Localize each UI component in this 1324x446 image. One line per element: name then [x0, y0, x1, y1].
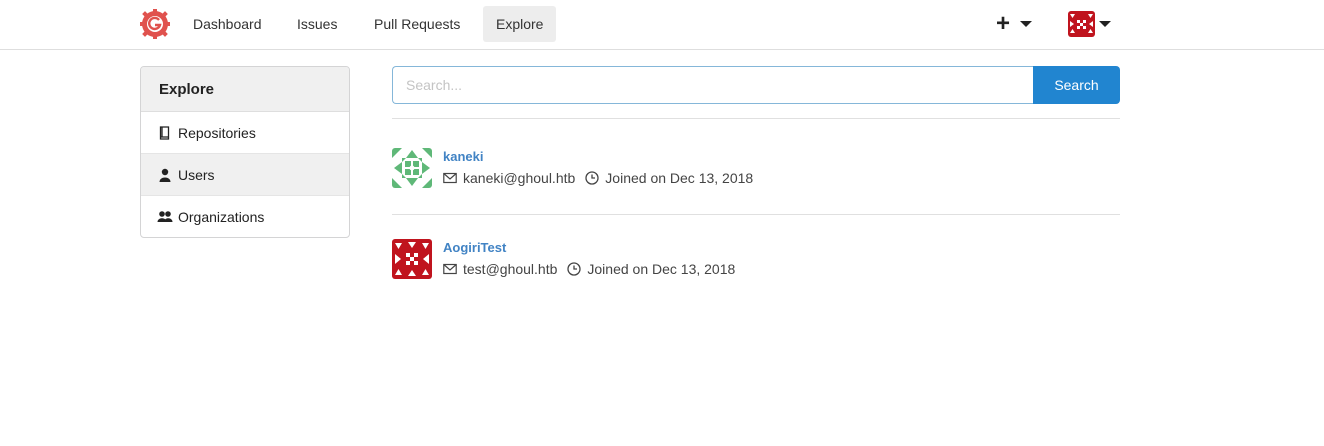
user-name-link[interactable]: AogiriTest: [443, 240, 506, 255]
top-navbar: Dashboard Issues Pull Requests Explore +: [0, 0, 1324, 50]
sidebar-item-label: Organizations: [178, 209, 265, 225]
user-meta: test@ghoul.htb Joined on Dec 13, 2018: [443, 261, 735, 277]
sidebar-item-repositories[interactable]: Repositories: [141, 112, 349, 154]
avatar[interactable]: [392, 239, 432, 279]
caret-down-icon: [1020, 21, 1033, 27]
book-icon: [157, 125, 173, 141]
organization-icon: [157, 209, 173, 225]
search-input[interactable]: [392, 66, 1034, 104]
sidebar-item-label: Repositories: [178, 124, 256, 141]
user-menu[interactable]: [1068, 11, 1111, 37]
sidebar-header: Explore: [141, 67, 349, 112]
nav-explore[interactable]: Explore: [483, 6, 557, 42]
nav-dashboard[interactable]: Dashboard: [180, 6, 275, 42]
divider: [392, 118, 1120, 119]
divider: [392, 214, 1120, 215]
user-name-link[interactable]: kaneki: [443, 149, 483, 164]
create-menu[interactable]: +: [996, 10, 1033, 38]
person-icon: [157, 167, 173, 183]
caret-down-icon: [1099, 21, 1111, 27]
gitea-logo-icon[interactable]: [140, 9, 170, 39]
nav-issues[interactable]: Issues: [284, 6, 350, 42]
avatar[interactable]: [392, 148, 432, 188]
user-email[interactable]: kaneki@ghoul.htb: [463, 170, 575, 186]
plus-icon: +: [996, 10, 1011, 37]
sidebar-item-organizations[interactable]: Organizations: [141, 196, 349, 237]
user-meta: kaneki@ghoul.htb Joined on Dec 13, 2018: [443, 170, 753, 186]
user-joined-date: Joined on Dec 13, 2018: [587, 261, 736, 277]
user-joined-date: Joined on Dec 13, 2018: [605, 170, 754, 186]
search-button[interactable]: Search: [1033, 66, 1120, 104]
explore-sidebar: Explore Repositories Users Organizations: [140, 66, 350, 238]
mail-icon: [443, 262, 457, 276]
sidebar-item-label: Users: [178, 166, 215, 183]
user-email[interactable]: test@ghoul.htb: [463, 261, 557, 277]
list-item: AogiriTest test@ghoul.htb Joined on Dec …: [392, 239, 1120, 299]
avatar: [1068, 11, 1095, 37]
mail-icon: [443, 171, 457, 185]
clock-icon: [567, 262, 582, 276]
nav-pull-requests[interactable]: Pull Requests: [361, 6, 473, 42]
list-item: kaneki kaneki@ghoul.htb Joined on Dec 13…: [392, 148, 1120, 208]
sidebar-item-users[interactable]: Users: [141, 154, 349, 196]
clock-icon: [585, 171, 599, 185]
